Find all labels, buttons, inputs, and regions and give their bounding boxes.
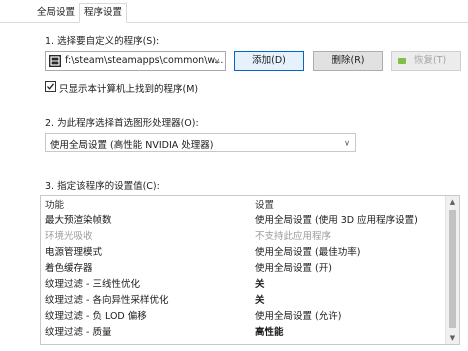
section1-label: 1. 选择要自定义的程序(S): [45,36,160,47]
row-setting: 关 [255,279,265,290]
chevron-down-icon[interactable]: ▼ [446,334,459,342]
row-feature: 纹理过滤 - 质量 [45,327,112,338]
tab-program-settings[interactable]: 程序设置 [79,3,128,23]
show-local-programs-label: 只显示本计算机上找到的程序(M) [59,84,199,95]
restore-button-label: 恢复(T) [414,55,447,66]
show-local-programs-checkbox[interactable] [45,81,56,92]
table-row[interactable]: 纹理过滤 - 质量 高性能 [41,325,445,340]
row-feature: 纹理过滤 - 各向异性采样优化 [45,295,169,306]
table-row[interactable]: 纹理过滤 - 三线性优化 关 [41,277,445,292]
gpu-select-value: 使用全局设置 (高性能 NVIDIA 处理器) [50,140,214,151]
program-select[interactable]: f:\steam\steamapps\common\w... ∨ [45,51,226,71]
settings-table: 功能 设置 最大预渲染帧数 使用全局设置 (使用 3D 应用程序设置) 环境光吸… [40,195,460,345]
row-setting: 使用全局设置 (开) [255,263,332,274]
remove-button[interactable]: 删除(R) [313,51,383,71]
row-feature: 环境光吸收 [45,231,93,242]
row-setting: 高性能 [255,327,284,338]
table-row[interactable]: 最大预渲染帧数 使用全局设置 (使用 3D 应用程序设置) [41,213,445,228]
chevron-down-icon: ∨ [344,138,350,147]
restore-icon [398,58,406,64]
row-setting: 使用全局设置 (允许) [255,311,342,322]
section3-label: 3. 指定该程序的设置值(C): [45,181,160,192]
row-feature: 纹理过滤 - 三线性优化 [45,279,140,290]
restore-button[interactable]: 恢复(T) [391,51,461,71]
chevron-down-icon: ∨ [214,56,220,66]
gpu-select[interactable]: 使用全局设置 (高性能 NVIDIA 处理器) ∨ [45,133,356,152]
chevron-up-icon[interactable]: ▲ [446,198,459,206]
scrollbar-thumb[interactable] [449,210,456,328]
table-row[interactable]: 环境光吸收 不支持此应用程序 [41,229,445,244]
row-setting: 关 [255,295,265,306]
header-setting[interactable]: 设置 [255,198,274,213]
row-setting: 不支持此应用程序 [255,231,332,242]
table-row[interactable]: 纹理过滤 - 各向异性采样优化 关 [41,293,445,308]
program-path: f:\steam\steamapps\common\w... [65,55,224,66]
table-header: 功能 设置 [41,198,445,213]
table-row[interactable]: 纹理过滤 - 负 LOD 偏移 使用全局设置 (允许) [41,309,445,324]
table-row[interactable]: 着色缓存器 使用全局设置 (开) [41,261,445,276]
tab-bar: 全局设置 程序设置 [0,0,468,23]
add-button[interactable]: 添加(D) [234,51,304,71]
tab-global-settings[interactable]: 全局设置 [33,4,79,22]
row-feature: 着色缓存器 [45,263,93,274]
row-feature: 纹理过滤 - 负 LOD 偏移 [45,311,147,322]
row-feature: 最大预渲染帧数 [45,215,112,226]
table-row[interactable]: 电源管理模式 使用全局设置 (最佳功率) [41,245,445,260]
section2-label: 2. 为此程序选择首选图形处理器(O): [45,118,199,129]
row-setting: 使用全局设置 (使用 3D 应用程序设置) [255,215,418,226]
header-feature[interactable]: 功能 [45,198,64,213]
row-feature: 电源管理模式 [45,247,103,258]
steam-game-icon [49,55,61,67]
table-scrollbar[interactable]: ▲ ▼ [445,196,459,344]
row-setting: 使用全局设置 (最佳功率) [255,247,361,258]
